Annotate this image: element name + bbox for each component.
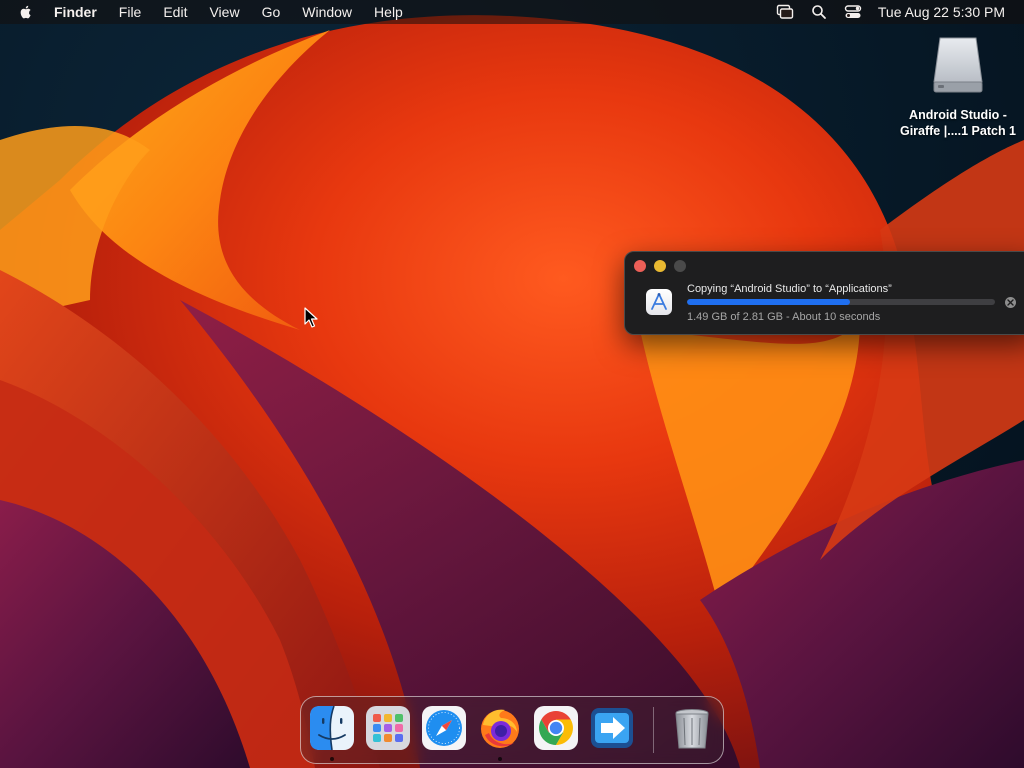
menu-edit[interactable]: Edit: [163, 0, 187, 24]
dock-separator: [653, 707, 654, 753]
spotlight-search-icon[interactable]: [808, 1, 830, 23]
copy-title-text: Copying “Android Studio” to “Application…: [687, 283, 892, 295]
firefox-running-indicator: [498, 757, 502, 761]
close-button[interactable]: [634, 260, 646, 272]
firefox-icon[interactable]: [477, 705, 523, 751]
menu-window[interactable]: Window: [302, 0, 352, 24]
control-center-icon[interactable]: [842, 1, 864, 23]
copy-progress-bar: [687, 299, 995, 305]
copy-status-text: 1.49 GB of 2.81 GB - About 10 seconds: [687, 311, 881, 323]
menu-help[interactable]: Help: [374, 0, 403, 24]
external-disk-icon: [933, 37, 983, 93]
minimize-button[interactable]: [654, 260, 666, 272]
safari-icon[interactable]: [421, 705, 467, 751]
disk-label: Android Studio - Giraffe |....1 Patch 1: [899, 108, 1017, 138]
menu-go[interactable]: Go: [262, 0, 281, 24]
menu-bar: Finder File Edit View Go Window Help Tue…: [0, 0, 1024, 24]
android-studio-app-icon: [646, 289, 672, 315]
desktop-disk-item[interactable]: Android Studio - Giraffe |....1 Patch 1: [896, 34, 1020, 139]
launchpad-icon[interactable]: [365, 705, 411, 751]
close-x-icon: [1007, 299, 1014, 306]
mouse-cursor-icon: [304, 307, 318, 328]
menu-clock[interactable]: Tue Aug 22 5:30 PM: [878, 4, 1005, 20]
migration-assistant-icon[interactable]: [589, 705, 635, 751]
copy-progress-fill: [687, 299, 851, 305]
desktop: Finder File Edit View Go Window Help Tue…: [0, 0, 1024, 768]
apple-menu-icon[interactable]: [18, 4, 34, 20]
menu-view[interactable]: View: [209, 0, 239, 24]
menu-finder[interactable]: Finder: [54, 0, 97, 24]
finder-running-indicator: [330, 757, 334, 761]
screen-mirroring-icon[interactable]: [774, 1, 796, 23]
wallpaper-image: [0, 15, 1024, 768]
finder-icon[interactable]: [309, 705, 355, 751]
copy-progress-window: Copying “Android Studio” to “Application…: [624, 251, 1024, 335]
menu-file[interactable]: File: [119, 0, 142, 24]
zoom-button: [674, 260, 686, 272]
trash-icon[interactable]: [669, 705, 715, 751]
chrome-icon[interactable]: [533, 705, 579, 751]
dock: [300, 696, 724, 764]
cancel-copy-button[interactable]: [1005, 297, 1016, 308]
